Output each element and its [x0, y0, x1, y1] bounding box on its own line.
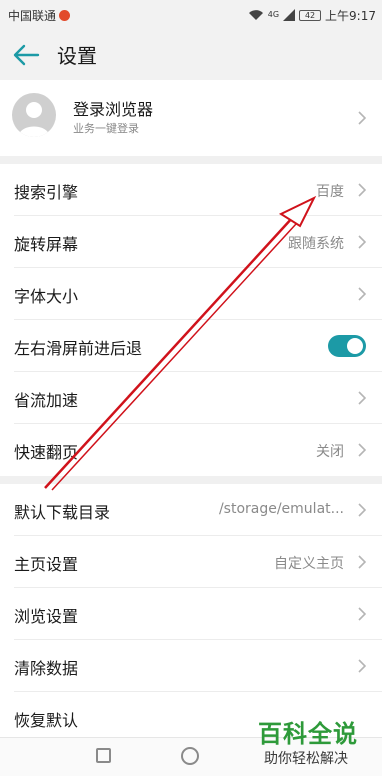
setting-row-browsing[interactable]: 浏览设置: [0, 588, 382, 640]
section-separator: [0, 156, 382, 164]
login-subtitle: 业务一键登录: [73, 122, 139, 135]
setting-label: 清除数据: [14, 659, 79, 678]
setting-label: 主页设置: [14, 555, 79, 574]
toggle-knob: [347, 338, 363, 354]
setting-row-download-directory[interactable]: 默认下载目录 /storage/emulat...: [0, 484, 382, 536]
back-arrow-icon[interactable]: [12, 42, 40, 68]
setting-label: 省流加速: [14, 391, 79, 410]
watermark-logo: 百科全说 助你轻松解决: [252, 712, 374, 774]
setting-value: 跟随系统: [288, 236, 344, 252]
status-icons: 4G 42 上午9:17: [248, 6, 376, 24]
setting-value: 百度: [316, 184, 344, 200]
chevron-right-icon: [358, 391, 366, 405]
chevron-right-icon: [358, 503, 366, 517]
home-icon[interactable]: [181, 747, 199, 765]
setting-value: 自定义主页: [274, 556, 344, 572]
network-type: 4G: [267, 10, 280, 19]
user-icon: [18, 102, 50, 137]
chevron-right-icon: [358, 287, 366, 301]
setting-label: 左右滑屏前进后退: [14, 339, 143, 358]
page-title: 设置: [57, 44, 97, 68]
chevron-right-icon: [358, 443, 366, 457]
battery-icon: 42: [299, 9, 322, 21]
status-bar: 中国联通 4G 42 上午9:17: [0, 0, 382, 30]
setting-label: 字体大小: [14, 287, 79, 306]
setting-label: 快速翻页: [14, 443, 79, 462]
setting-row-homepage[interactable]: 主页设置 自定义主页: [0, 536, 382, 588]
carrier-app-icon: [59, 10, 70, 21]
watermark-subtitle: 助你轻松解决: [264, 751, 348, 767]
setting-label: 浏览设置: [14, 607, 79, 626]
setting-value: 关闭: [316, 444, 344, 460]
signal-icon: [283, 9, 296, 21]
app-bar: 设置: [0, 30, 382, 80]
recent-apps-icon[interactable]: [96, 748, 111, 763]
chevron-right-icon: [358, 111, 366, 125]
chevron-right-icon: [358, 183, 366, 197]
swipe-navigation-toggle[interactable]: [328, 335, 366, 357]
chevron-right-icon: [358, 555, 366, 569]
setting-row-data-saver[interactable]: 省流加速: [0, 372, 382, 424]
setting-row-clear-data[interactable]: 清除数据: [0, 640, 382, 692]
setting-label: 搜索引擎: [14, 183, 79, 202]
setting-label: 恢复默认: [14, 711, 79, 730]
setting-label: 旋转屏幕: [14, 235, 79, 254]
setting-value: /storage/emulat...: [218, 501, 344, 517]
setting-row-rotate-screen[interactable]: 旋转屏幕 跟随系统: [0, 216, 382, 268]
avatar: [12, 93, 56, 137]
section-separator: [0, 476, 382, 484]
setting-label: 默认下载目录: [14, 503, 111, 522]
wifi-icon: [248, 10, 263, 20]
chevron-right-icon: [358, 659, 366, 673]
chevron-right-icon: [358, 235, 366, 249]
login-title: 登录浏览器: [73, 100, 154, 119]
watermark-title: 百科全说: [258, 720, 358, 748]
status-time: 上午9:17: [325, 8, 376, 23]
setting-row-swipe-navigation: 左右滑屏前进后退: [0, 320, 382, 372]
setting-row-quick-page-turn[interactable]: 快速翻页 关闭: [0, 424, 382, 476]
carrier-label: 中国联通: [8, 9, 57, 23]
battery-level: 42: [304, 10, 316, 20]
chevron-right-icon: [358, 607, 366, 621]
setting-row-search-engine[interactable]: 搜索引擎 百度: [0, 164, 382, 216]
setting-row-font-size[interactable]: 字体大小: [0, 268, 382, 320]
login-row[interactable]: 登录浏览器 业务一键登录: [0, 80, 382, 156]
